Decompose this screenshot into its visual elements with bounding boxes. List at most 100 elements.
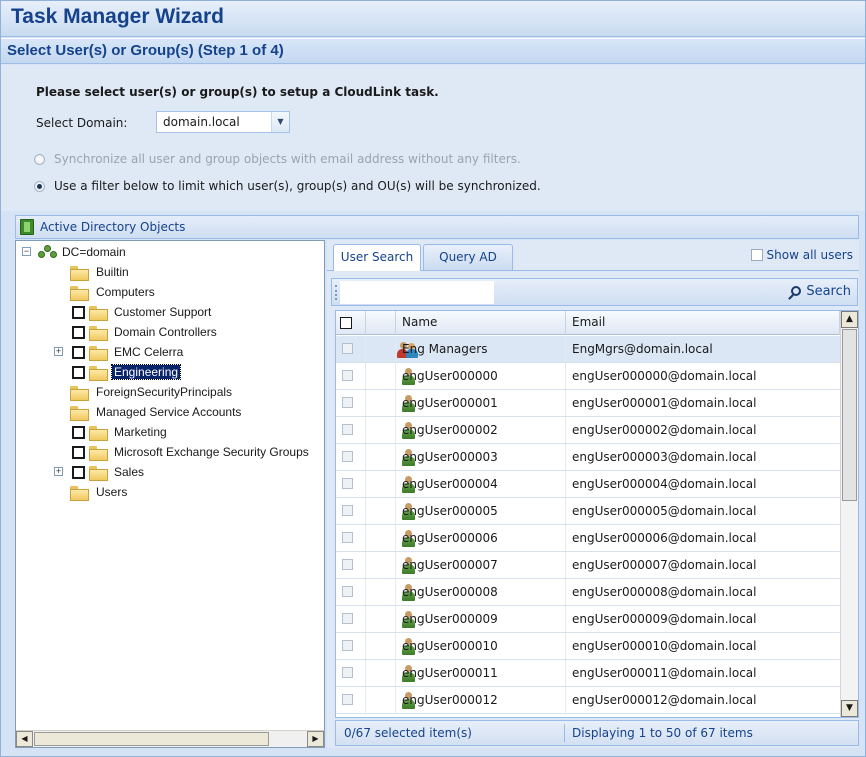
tree-checkbox[interactable]: [72, 306, 85, 319]
row-check-cell[interactable]: [336, 687, 366, 713]
results-grid[interactable]: Name Email Eng Managers EngMgrs@domain.lo…: [335, 310, 859, 718]
tab-query-ad[interactable]: Query AD: [423, 244, 513, 270]
show-all-users-label: Show all users: [766, 248, 853, 262]
email-column-header[interactable]: Email: [566, 311, 840, 335]
row-check-cell[interactable]: [336, 633, 366, 659]
tree-node-sales[interactable]: + Sales: [54, 463, 322, 482]
tree-node-builtin[interactable]: Builtin: [70, 263, 320, 282]
tree-checkbox[interactable]: [72, 326, 85, 339]
table-row[interactable]: engUser000000 engUser000000@domain.local: [336, 363, 840, 390]
row-checkbox[interactable]: [342, 694, 353, 705]
tree-node-engineering[interactable]: Engineering: [72, 363, 322, 382]
table-row[interactable]: engUser000006 engUser000006@domain.local: [336, 525, 840, 552]
row-checkbox[interactable]: [342, 478, 353, 489]
domain-select[interactable]: domain.local ▼: [156, 111, 290, 133]
row-check-cell[interactable]: [336, 552, 366, 578]
table-row[interactable]: engUser000004 engUser000004@domain.local: [336, 471, 840, 498]
row-check-cell[interactable]: [336, 471, 366, 497]
tree-node-foreign-security-principals[interactable]: ForeignSecurityPrincipals: [70, 383, 320, 402]
table-row[interactable]: engUser000012 engUser000012@domain.local: [336, 687, 840, 714]
row-checkbox[interactable]: [342, 397, 353, 408]
table-row[interactable]: engUser000007 engUser000007@domain.local: [336, 552, 840, 579]
table-row[interactable]: engUser000008 engUser000008@domain.local: [336, 579, 840, 606]
row-check-cell[interactable]: [336, 363, 366, 389]
expand-icon[interactable]: +: [54, 347, 63, 356]
search-input[interactable]: [340, 281, 494, 304]
search-panel: User Search Query AD Show all users Sear…: [327, 240, 859, 748]
row-checkbox[interactable]: [342, 613, 353, 624]
row-checkbox[interactable]: [342, 559, 353, 570]
show-all-users-toggle[interactable]: Show all users: [750, 248, 853, 262]
row-check-cell[interactable]: [336, 444, 366, 470]
row-name: engUser000001: [396, 390, 566, 416]
scroll-up-icon[interactable]: ▲: [841, 311, 858, 328]
row-checkbox[interactable]: [342, 532, 353, 543]
row-check-cell[interactable]: [336, 417, 366, 443]
table-row[interactable]: engUser000003 engUser000003@domain.local: [336, 444, 840, 471]
row-checkbox[interactable]: [342, 451, 353, 462]
row-checkbox[interactable]: [342, 343, 353, 354]
tree-node-managed-service-accounts[interactable]: Managed Service Accounts: [70, 403, 320, 422]
row-check-cell[interactable]: [336, 579, 366, 605]
tree-node-marketing[interactable]: Marketing: [72, 423, 322, 442]
scroll-thumb[interactable]: [842, 329, 857, 501]
row-check-cell[interactable]: [336, 525, 366, 551]
folder-icon: [89, 326, 108, 341]
table-row[interactable]: engUser000001 engUser000001@domain.local: [336, 390, 840, 417]
table-row[interactable]: engUser000005 engUser000005@domain.local: [336, 498, 840, 525]
tree-node-computers[interactable]: Computers: [70, 283, 320, 302]
step-header: Select User(s) or Group(s) (Step 1 of 4): [1, 38, 865, 64]
row-check-cell[interactable]: [336, 336, 366, 362]
scroll-left-icon[interactable]: ◀: [16, 731, 33, 747]
radio-use-filter-button[interactable]: [34, 181, 45, 192]
select-all-checkbox[interactable]: [340, 317, 352, 329]
tree-checkbox[interactable]: [72, 426, 85, 439]
scroll-down-icon[interactable]: ▼: [841, 700, 858, 717]
tree-node-domain-controllers[interactable]: Domain Controllers: [72, 323, 322, 342]
tree-node-customer-support[interactable]: Customer Support: [72, 303, 322, 322]
tree-node-exchange-security-groups[interactable]: Microsoft Exchange Security Groups: [72, 443, 322, 462]
radio-sync-all-button[interactable]: [34, 154, 45, 165]
tree-node-users[interactable]: Users: [70, 483, 320, 502]
row-check-cell[interactable]: [336, 390, 366, 416]
row-name: engUser000005: [396, 498, 566, 524]
row-checkbox[interactable]: [342, 505, 353, 516]
ad-tree[interactable]: − DC=domain Builtin Computers Customer S…: [15, 240, 325, 748]
scroll-thumb[interactable]: [34, 732, 269, 746]
title-bar: Task Manager Wizard: [1, 1, 865, 37]
row-icon-cell: [366, 444, 415, 470]
table-row[interactable]: Eng Managers EngMgrs@domain.local: [336, 336, 840, 363]
tree-checkbox[interactable]: [72, 366, 85, 379]
tree-checkbox[interactable]: [72, 466, 85, 479]
tab-user-search[interactable]: User Search: [333, 244, 421, 271]
table-row[interactable]: engUser000002 engUser000002@domain.local: [336, 417, 840, 444]
name-column-header[interactable]: Name: [396, 311, 566, 335]
select-all-cell[interactable]: [336, 311, 366, 335]
row-check-cell[interactable]: [336, 660, 366, 686]
row-checkbox[interactable]: [342, 586, 353, 597]
tree-root-label[interactable]: DC=domain: [62, 245, 126, 259]
tree-root[interactable]: − DC=domain: [22, 243, 322, 262]
tree-checkbox[interactable]: [72, 346, 85, 359]
row-checkbox[interactable]: [342, 424, 353, 435]
row-checkbox[interactable]: [342, 370, 353, 381]
table-row[interactable]: engUser000010 engUser000010@domain.local: [336, 633, 840, 660]
row-checkbox[interactable]: [342, 640, 353, 651]
row-check-cell[interactable]: [336, 498, 366, 524]
chevron-down-icon[interactable]: ▼: [271, 112, 289, 132]
window-title: Task Manager Wizard: [11, 5, 224, 28]
collapse-icon[interactable]: −: [22, 247, 31, 256]
tree-node-emc-celerra[interactable]: + EMC Celerra: [54, 343, 322, 362]
scroll-right-icon[interactable]: ▶: [307, 731, 324, 747]
search-button[interactable]: Search: [791, 284, 851, 299]
expand-icon[interactable]: +: [54, 467, 63, 476]
table-row[interactable]: engUser000011 engUser000011@domain.local: [336, 660, 840, 687]
grid-vertical-scrollbar[interactable]: ▲ ▼: [840, 311, 858, 717]
row-check-cell[interactable]: [336, 606, 366, 632]
row-checkbox[interactable]: [342, 667, 353, 678]
show-all-users-checkbox[interactable]: [750, 249, 763, 261]
tree-horizontal-scrollbar[interactable]: ◀ ▶: [16, 730, 324, 747]
row-email: engUser000009@domain.local: [572, 612, 757, 626]
tree-checkbox[interactable]: [72, 446, 85, 459]
table-row[interactable]: engUser000009 engUser000009@domain.local: [336, 606, 840, 633]
